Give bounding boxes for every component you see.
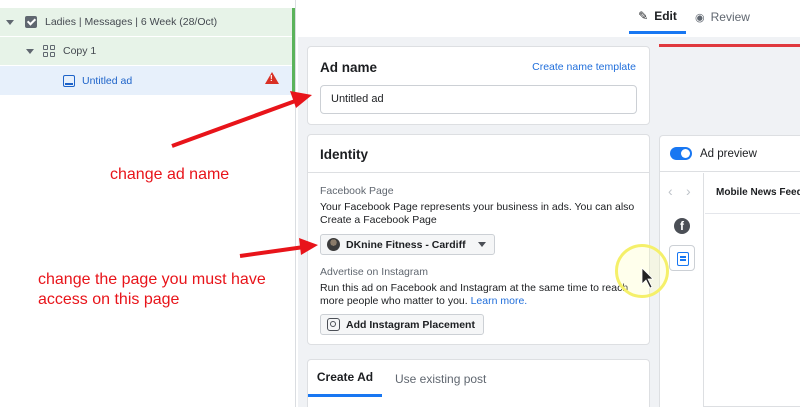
ad-name-card: Ad name Create name template Untitled ad	[307, 46, 650, 125]
tab-review-label: Review	[710, 10, 750, 24]
chevron-right-icon[interactable]: ›	[686, 183, 691, 199]
identity-card: Identity Facebook Page Your Facebook Pag…	[307, 134, 650, 345]
placement-rail: ‹ › f	[660, 173, 704, 407]
tab-review[interactable]: ◉ Review	[695, 0, 750, 34]
error-bar	[659, 44, 800, 47]
create-facebook-page-link[interactable]: Create a Facebook Page	[320, 214, 437, 227]
ad-preview-header: Ad preview	[660, 136, 800, 172]
annotation-change-page-line2: access on this page	[38, 291, 180, 308]
pencil-icon: ✎	[638, 8, 649, 23]
cursor-highlight	[615, 244, 669, 298]
annotation-change-name: change ad name	[110, 166, 230, 183]
identity-title: Identity	[320, 147, 369, 162]
instagram-help: Run this ad on Facebook and Instagram at…	[320, 282, 638, 308]
instagram-label: Advertise on Instagram	[320, 266, 428, 278]
adset-grid-icon	[43, 45, 55, 57]
ad-label: Untitled ad	[82, 74, 133, 87]
instagram-icon	[327, 318, 340, 331]
chevron-down-icon	[477, 242, 486, 247]
facebook-page-select[interactable]: DKnine Fitness - Cardiff	[320, 234, 495, 255]
tab-use-existing-post[interactable]: Use existing post	[395, 360, 486, 397]
ad-name-title: Ad name	[320, 60, 378, 75]
warning-icon[interactable]	[265, 72, 279, 84]
placement-name: Mobile News Feed	[716, 187, 800, 198]
placement-divider	[705, 213, 800, 214]
facebook-page-label: Facebook Page	[320, 185, 394, 197]
chevron-left-icon[interactable]: ‹	[668, 183, 673, 199]
page-avatar	[327, 238, 340, 251]
create-name-template-link[interactable]: Create name template	[532, 61, 636, 73]
tree-row-campaign[interactable]: Ladies | Messages | 6 Week (28/Oct)	[0, 8, 293, 36]
add-instagram-label: Add Instagram Placement	[346, 318, 475, 331]
tab-edit-label: Edit	[654, 8, 677, 23]
facebook-page-help: Your Facebook Page represents your busin…	[320, 201, 635, 213]
ad-name-input[interactable]: Untitled ad	[320, 85, 637, 114]
selection-indicator	[292, 8, 295, 95]
card-divider	[308, 172, 649, 173]
tree-row-ad[interactable]: Untitled ad	[0, 66, 293, 95]
mobile-feed-icon[interactable]	[669, 245, 695, 271]
campaign-tree: Ladies | Messages | 6 Week (28/Oct) Copy…	[0, 0, 296, 407]
selected-page-name: DKnine Fitness - Cardiff	[346, 238, 466, 251]
ad-preview-title: Ad preview	[700, 147, 757, 160]
expand-caret-icon[interactable]	[26, 48, 34, 54]
annotation-change-page-line1: change the page you must have	[38, 271, 266, 288]
learn-more-link[interactable]: Learn more.	[471, 295, 528, 307]
add-instagram-placement-button[interactable]: Add Instagram Placement	[320, 314, 484, 335]
tree-row-adset[interactable]: Copy 1	[0, 37, 293, 65]
tab-create-ad[interactable]: Create Ad	[308, 360, 382, 397]
facebook-icon[interactable]: f	[674, 218, 690, 234]
create-ad-card: Create Ad Use existing post	[307, 359, 650, 407]
adset-label: Copy 1	[63, 45, 97, 57]
ad-icon	[63, 74, 75, 87]
ad-preview-panel: Ad preview ‹ › f Mobile News Feed	[659, 135, 800, 407]
eye-icon: ◉	[695, 11, 705, 24]
checkbox-icon[interactable]	[25, 16, 37, 28]
campaign-label: Ladies | Messages | 6 Week (28/Oct)	[45, 16, 218, 28]
ad-preview-toggle[interactable]	[670, 147, 692, 160]
tab-edit[interactable]: ✎ Edit	[629, 0, 686, 34]
expand-caret-icon[interactable]	[6, 19, 14, 25]
